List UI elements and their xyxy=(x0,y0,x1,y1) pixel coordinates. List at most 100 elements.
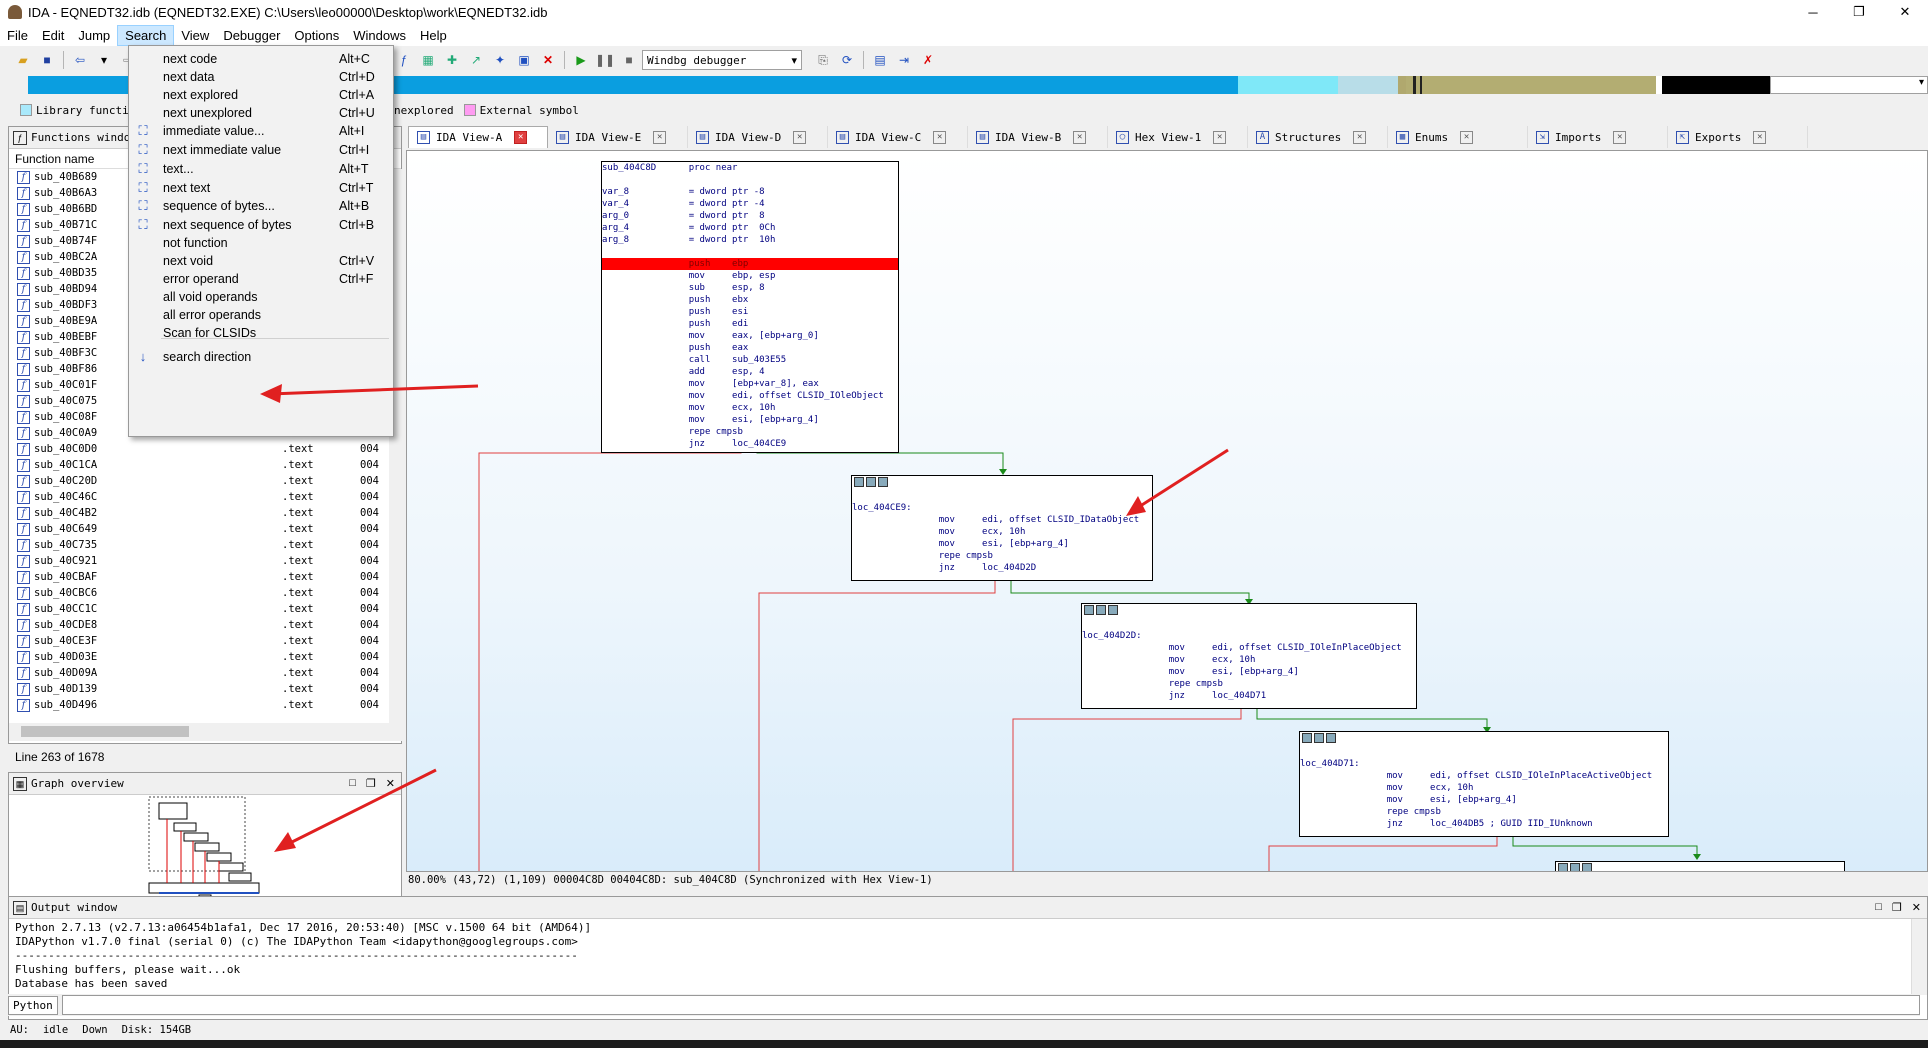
asm-line[interactable]: mov ecx, 10h xyxy=(852,526,1152,538)
function-row[interactable]: f sub_40CBC6 .text 004 xyxy=(9,585,401,601)
back-arrow-icon[interactable]: ⇦ xyxy=(69,49,91,71)
menu-options[interactable]: Options xyxy=(287,26,346,45)
stop-icon[interactable]: ■ xyxy=(618,49,640,71)
menu-help[interactable]: Help xyxy=(413,26,454,45)
pause-icon[interactable]: ❚❚ xyxy=(594,49,616,71)
sync-icon[interactable]: ⟳ xyxy=(836,49,858,71)
function-row[interactable]: f sub_40C4B2 .text 004 xyxy=(9,505,401,521)
node-edit-icon[interactable] xyxy=(1096,605,1106,615)
asm-line[interactable]: call sub_403E55 xyxy=(602,354,898,366)
function-row[interactable]: f sub_40C20D .text 004 xyxy=(9,473,401,489)
menu-search[interactable]: Search xyxy=(117,24,175,46)
asm-line[interactable]: repe cmpsb xyxy=(602,426,898,438)
close-icon[interactable]: ✕ xyxy=(1073,130,1087,144)
float-icon[interactable]: ❐ xyxy=(1892,901,1902,914)
dropdown-icon[interactable]: ▾ xyxy=(93,49,115,71)
function-row[interactable]: f sub_40CE3F .text 004 xyxy=(9,633,401,649)
trace-icon[interactable]: ▤ xyxy=(869,49,891,71)
close-icon[interactable]: ✕ xyxy=(514,131,528,144)
close-icon[interactable]: ✕ xyxy=(933,130,947,144)
function-row[interactable]: f sub_40D139 .text 004 xyxy=(9,681,401,697)
function-row[interactable]: f sub_40D496 .text 004 xyxy=(9,697,401,713)
function-row[interactable]: f sub_40CDE8 .text 004 xyxy=(9,617,401,633)
breakpoint-icon[interactable]: ✦ xyxy=(489,49,511,71)
asm-line[interactable]: sub_404C8D proc near xyxy=(602,162,898,174)
menu-view[interactable]: View xyxy=(174,26,216,45)
close-icon[interactable]: ✕ xyxy=(386,777,395,790)
asm-line[interactable]: sub esp, 8 xyxy=(602,282,898,294)
close-icon[interactable]: ✕ xyxy=(1213,130,1227,144)
node-group-icon[interactable] xyxy=(878,477,888,487)
function-row[interactable]: f sub_40D09A .text 004 xyxy=(9,665,401,681)
search-menu-item-search-direction[interactable]: ↓ search direction xyxy=(129,346,393,368)
cli-input[interactable] xyxy=(61,995,1920,1015)
graph-node-loc-404d2d[interactable]: loc_404D2D: mov edi, offset CLSID_IOleIn… xyxy=(1081,603,1417,709)
step-icon[interactable]: ⇥ xyxy=(893,49,915,71)
asm-line[interactable]: mov esi, [ebp+arg_4] xyxy=(1082,666,1416,678)
asm-line[interactable]: jnz loc_404D2D xyxy=(852,562,1152,574)
graph-icon[interactable]: ✚ xyxy=(441,49,463,71)
function-row[interactable]: f sub_40C0D0 .text 004 xyxy=(9,441,401,457)
asm-line[interactable]: mov ecx, 10h xyxy=(1300,782,1668,794)
open-folder-icon[interactable]: ▰ xyxy=(12,49,34,71)
graph-node-sub-404c8d[interactable]: sub_404C8D proc near var_8 = dword ptr -8… xyxy=(601,161,899,453)
asm-line[interactable]: mov eax, [ebp+arg_0] xyxy=(602,330,898,342)
debugger-select[interactable]: Windbg debugger ▾ xyxy=(642,50,802,70)
asm-line[interactable]: loc_404CE9: xyxy=(852,502,1152,514)
node-color-icon[interactable] xyxy=(854,477,864,487)
asm-line[interactable]: repe cmpsb xyxy=(852,550,1152,562)
asm-line[interactable] xyxy=(602,174,898,186)
minimize-icon[interactable]: □ xyxy=(349,777,356,790)
float-icon[interactable]: ❐ xyxy=(366,777,376,790)
asm-line[interactable]: mov edi, offset CLSID_IDataObject xyxy=(852,514,1152,526)
asm-line[interactable]: mov ecx, 10h xyxy=(1082,654,1416,666)
close-icon[interactable]: ✕ xyxy=(1613,130,1627,144)
asm-line[interactable]: push ebx xyxy=(602,294,898,306)
asm-line[interactable]: loc_404D2D: xyxy=(1082,630,1416,642)
tab-ida-view-b[interactable]: ▤ IDA View-B ✕ xyxy=(968,126,1108,148)
tab-enums[interactable]: ▦ Enums ✕ xyxy=(1388,126,1528,148)
graph-node-loc-404d71[interactable]: loc_404D71: mov edi, offset CLSID_IOleIn… xyxy=(1299,731,1669,837)
struct-icon[interactable]: ▦ xyxy=(417,49,439,71)
function-row[interactable]: f sub_40C649 .text 004 xyxy=(9,521,401,537)
asm-line[interactable]: mov esi, [ebp+arg_4] xyxy=(852,538,1152,550)
asm-line[interactable]: add esp, 4 xyxy=(602,366,898,378)
close-icon[interactable]: ✕ xyxy=(1753,130,1767,144)
save-icon[interactable]: ■ xyxy=(36,49,58,71)
search-menu-item-scan-for-clsids[interactable]: Scan for CLSIDs xyxy=(129,322,393,344)
graph-node-loc-404ce9[interactable]: loc_404CE9: mov edi, offset CLSID_IDataO… xyxy=(851,475,1153,581)
asm-line[interactable]: mov [ebp+var_8], eax xyxy=(602,378,898,390)
node-group-icon[interactable] xyxy=(1108,605,1118,615)
close-icon[interactable]: ✕ xyxy=(1460,130,1474,144)
function-row[interactable]: f sub_40CC1C .text 004 xyxy=(9,601,401,617)
asm-line[interactable]: mov esi, [ebp+arg_4] xyxy=(1300,794,1668,806)
asm-line[interactable]: loc_404D71: xyxy=(1300,758,1668,770)
asm-line[interactable]: mov edi, offset CLSID_IOleObject xyxy=(602,390,898,402)
asm-line[interactable]: mov ecx, 10h xyxy=(602,402,898,414)
asm-line[interactable] xyxy=(602,246,898,258)
asm-line[interactable]: jnz loc_404DB5 ; GUID IID_IUnknown xyxy=(1300,818,1668,830)
menu-windows[interactable]: Windows xyxy=(346,26,413,45)
menu-edit[interactable]: Edit xyxy=(35,26,71,45)
run-icon[interactable]: ▶ xyxy=(570,49,592,71)
tab-ida-view-a[interactable]: ▤ IDA View-A ✕ xyxy=(408,126,548,148)
tab-imports[interactable]: ⇲ Imports ✕ xyxy=(1528,126,1668,148)
close-icon[interactable]: ✕ xyxy=(653,130,667,144)
minimize-button[interactable]: ─ xyxy=(1790,0,1836,24)
functions-horizontal-scrollbar[interactable] xyxy=(9,723,403,741)
tab-ida-view-c[interactable]: ▤ IDA View-C ✕ xyxy=(828,126,968,148)
segment-select[interactable]: ▾ xyxy=(1770,76,1928,94)
menu-debugger[interactable]: Debugger xyxy=(216,26,287,45)
asm-line[interactable]: push eax xyxy=(602,342,898,354)
node-color-icon[interactable] xyxy=(1084,605,1094,615)
menu-file[interactable]: File xyxy=(0,26,35,45)
function-row[interactable]: f sub_40C46C .text 004 xyxy=(9,489,401,505)
tab-exports[interactable]: ⇱ Exports ✕ xyxy=(1668,126,1808,148)
asm-line[interactable]: var_4 = dword ptr -4 xyxy=(602,198,898,210)
close-icon[interactable]: ✕ xyxy=(1353,130,1367,144)
node-edit-icon[interactable] xyxy=(1314,733,1324,743)
function-row[interactable]: f sub_40C735 .text 004 xyxy=(9,537,401,553)
function-row[interactable]: f sub_40D03E .text 004 xyxy=(9,649,401,665)
ida-graph-view[interactable]: sub_404C8D proc near var_8 = dword ptr -8… xyxy=(406,150,1928,872)
asm-line[interactable]: mov ebp, esp xyxy=(602,270,898,282)
